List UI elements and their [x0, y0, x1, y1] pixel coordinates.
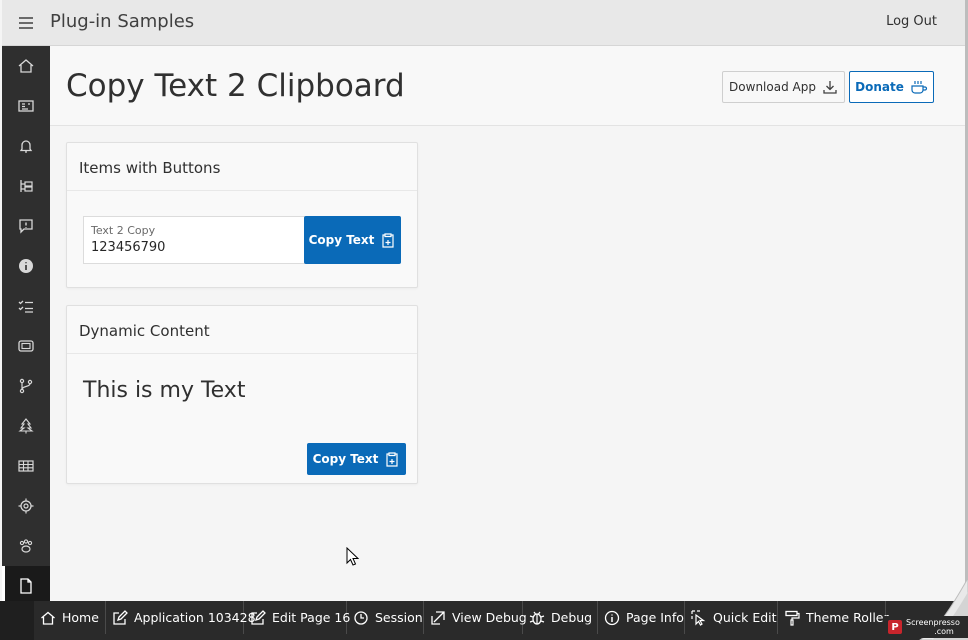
nav-item-notifications[interactable]: [2, 126, 50, 166]
dev-theme-roller-button[interactable]: Theme Roller: [778, 601, 889, 634]
file-icon: [17, 577, 35, 595]
nav-item-tree-shape[interactable]: [2, 406, 50, 446]
dev-quick-edit-label: Quick Edit: [713, 610, 777, 625]
nav-item-grid[interactable]: [2, 446, 50, 486]
copy-text-label: Copy Text: [308, 233, 375, 247]
dev-view-debug-label: View Debug: [452, 610, 527, 625]
git-branch-icon: [17, 377, 35, 395]
dynamic-content-region: Dynamic Content This is my Text Copy Tex…: [66, 305, 418, 484]
dev-view-debug-button[interactable]: View Debug: [424, 601, 527, 634]
id-card-icon: [17, 97, 35, 115]
developer-toolbar: Home Application 103428 Edit Page 16 Ses…: [34, 601, 968, 640]
clipboard-plus-icon: [384, 451, 400, 467]
clipboard-plus-icon: [380, 232, 396, 248]
nav-item-info[interactable]: [2, 246, 50, 286]
bell-icon: [17, 137, 35, 155]
home-icon: [17, 57, 35, 75]
pine-tree-icon: [17, 417, 35, 435]
nav-item-media[interactable]: [2, 326, 50, 366]
dev-debug-label: Debug: [551, 610, 593, 625]
download-app-label: Download App: [729, 80, 816, 94]
dev-debug-button[interactable]: Debug: [523, 601, 598, 634]
edit-box-icon: [112, 609, 128, 626]
dev-theme-roller-label: Theme Roller: [806, 610, 889, 625]
side-navigation: [2, 46, 50, 606]
dev-edit-page-button[interactable]: Edit Page 16: [244, 601, 351, 634]
dev-home-label: Home: [62, 610, 99, 625]
screenpresso-text: Screenpresso .com: [906, 618, 960, 636]
logout-link[interactable]: Log Out: [886, 14, 937, 29]
field-label: Text 2 Copy: [91, 224, 156, 237]
app-title[interactable]: Plug-in Samples: [50, 11, 194, 32]
tree-list-icon: [17, 177, 35, 195]
nav-item-page[interactable]: [2, 566, 50, 606]
external-window-icon: [430, 610, 446, 626]
dev-application-button[interactable]: Application 103428: [106, 601, 256, 634]
screenpresso-line1: Screenpresso: [906, 618, 960, 627]
nav-item-home[interactable]: [2, 46, 50, 86]
top-header: Plug-in Samples Log Out: [2, 0, 965, 46]
dynamic-text: This is my Text: [83, 378, 246, 403]
download-app-button[interactable]: Download App: [722, 71, 845, 103]
dev-session-button[interactable]: Session: [347, 601, 424, 634]
page-title-region: Copy Text 2 Clipboard Download App Donat…: [50, 46, 965, 126]
region-title: Dynamic Content: [67, 306, 417, 354]
coffee-cup-icon: [910, 79, 928, 95]
copy-text-button[interactable]: Copy Text: [304, 216, 401, 264]
copy-text-button[interactable]: Copy Text: [307, 443, 406, 475]
target-icon: [17, 497, 35, 515]
mouse-cursor-icon: [346, 547, 360, 567]
dev-edit-page-label: Edit Page 16: [272, 610, 351, 625]
film-icon: [17, 337, 35, 355]
dev-page-info-label: Page Info: [626, 610, 684, 625]
nav-item-checklist[interactable]: [2, 286, 50, 326]
page-title: Copy Text 2 Clipboard: [66, 68, 405, 104]
dev-home-button[interactable]: Home: [34, 601, 106, 634]
select-pointer-icon: [691, 609, 707, 626]
dev-quick-edit-button[interactable]: Quick Edit: [685, 601, 778, 634]
donate-label: Donate: [855, 80, 904, 94]
nav-item-branch[interactable]: [2, 366, 50, 406]
dev-page-info-button[interactable]: Page Info: [598, 601, 685, 634]
nav-item-idcard[interactable]: [2, 86, 50, 126]
checklist-icon: [17, 297, 35, 315]
paint-roller-icon: [784, 610, 800, 626]
items-with-buttons-region: Items with Buttons Text 2 Copy Copy Text: [66, 142, 418, 288]
info-icon: [17, 257, 35, 275]
download-icon: [822, 79, 838, 95]
nav-item-paw[interactable]: [2, 526, 50, 566]
comment-alert-icon: [17, 217, 35, 235]
dev-application-label: Application 103428: [134, 610, 256, 625]
text-2-copy-field: Text 2 Copy: [83, 216, 305, 264]
region-title: Items with Buttons: [67, 143, 417, 191]
nav-item-tree[interactable]: [2, 166, 50, 206]
info-circle-icon: [604, 610, 620, 626]
donate-button[interactable]: Donate: [849, 71, 934, 103]
home-icon: [40, 610, 56, 626]
paw-icon: [17, 537, 35, 555]
screenpresso-badge: P Screenpresso .com: [884, 616, 968, 638]
toolbar-edge: [0, 601, 34, 640]
copy-text-label: Copy Text: [312, 452, 379, 466]
screenpresso-logo-icon: P: [888, 620, 902, 634]
hamburger-menu-icon[interactable]: [16, 13, 36, 33]
text-2-copy-input[interactable]: [91, 240, 291, 255]
table-grid-icon: [17, 457, 35, 475]
nav-item-feedback[interactable]: [2, 206, 50, 246]
bug-icon: [529, 610, 545, 626]
screenpresso-line2: .com: [934, 627, 954, 636]
clock-icon: [353, 610, 369, 626]
nav-item-target[interactable]: [2, 486, 50, 526]
dev-session-label: Session: [375, 610, 423, 625]
edit-box-icon: [250, 609, 266, 626]
